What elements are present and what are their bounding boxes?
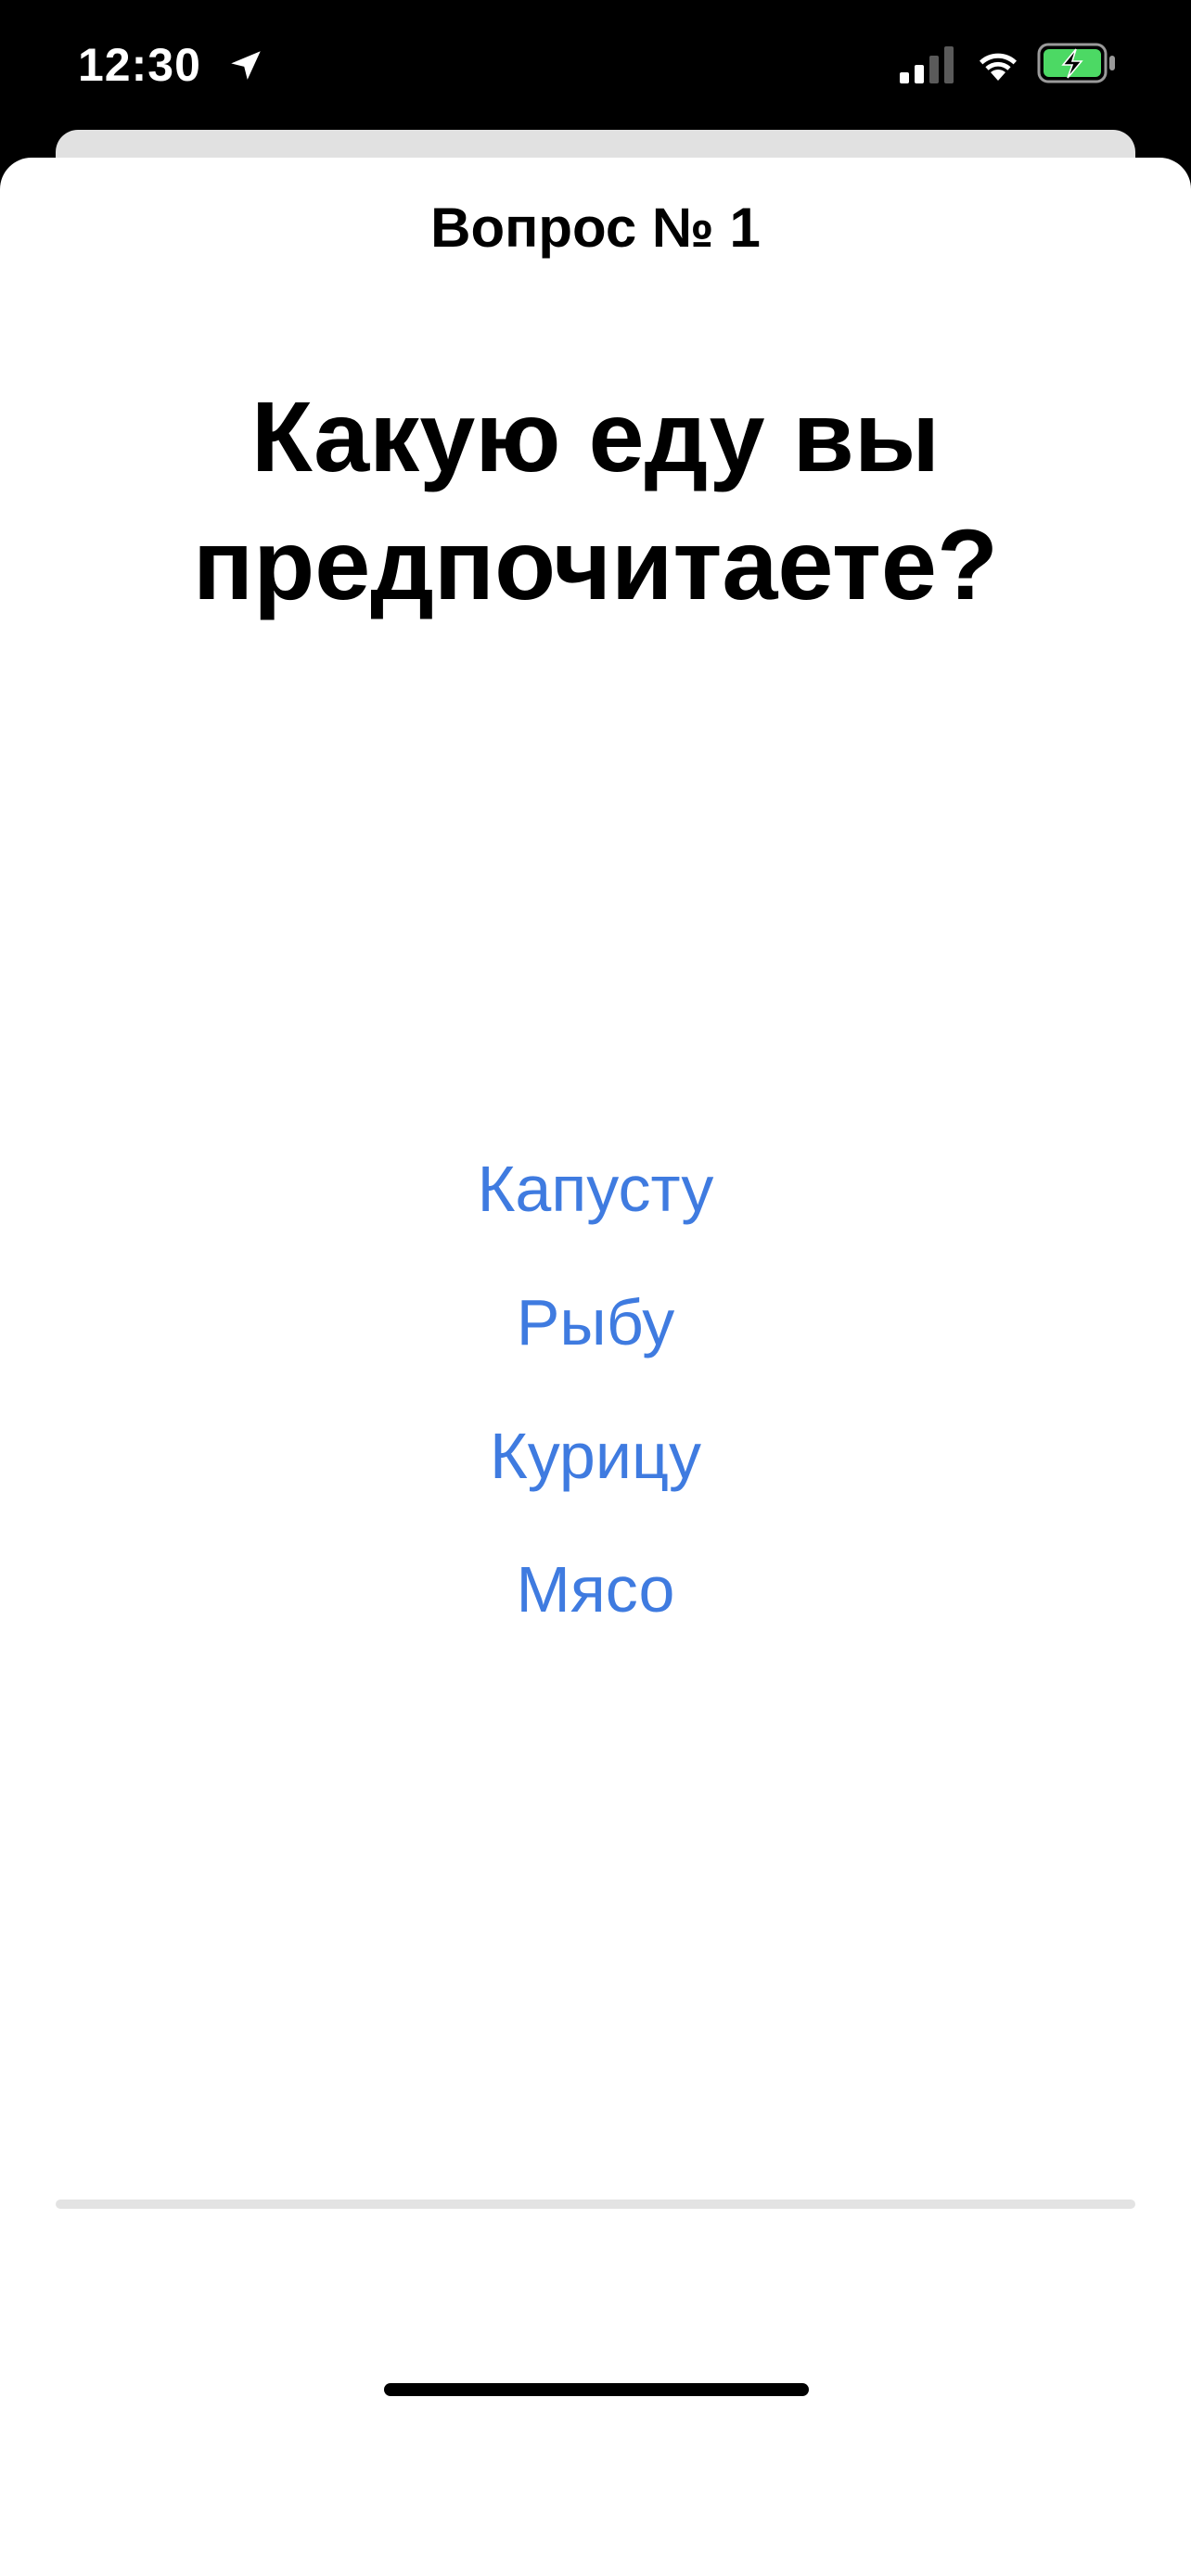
cellular-signal-icon	[900, 46, 954, 83]
answer-button-chicken[interactable]: Курицу	[471, 1389, 720, 1523]
quiz-sheet: Вопрос № 1 Какую еду вы предпочитаете? К…	[0, 158, 1191, 2576]
battery-charging-icon	[1037, 43, 1115, 83]
answer-list: Капусту Рыбу Курицу Мясо	[0, 1122, 1191, 1656]
home-indicator[interactable]	[384, 2383, 809, 2396]
location-arrow-icon	[231, 51, 261, 80]
answer-button-cabbage[interactable]: Капусту	[459, 1122, 733, 1256]
status-bar: 12:30	[0, 0, 1191, 139]
answer-button-meat[interactable]: Мясо	[498, 1523, 694, 1656]
question-number: Вопрос № 1	[430, 197, 761, 259]
answer-button-fish[interactable]: Рыбу	[498, 1256, 694, 1389]
wifi-icon	[980, 53, 1017, 81]
question-title: Какую еду вы предпочитаете?	[193, 380, 998, 620]
bottom-divider	[56, 2200, 1135, 2209]
status-time: 12:30	[78, 39, 201, 91]
